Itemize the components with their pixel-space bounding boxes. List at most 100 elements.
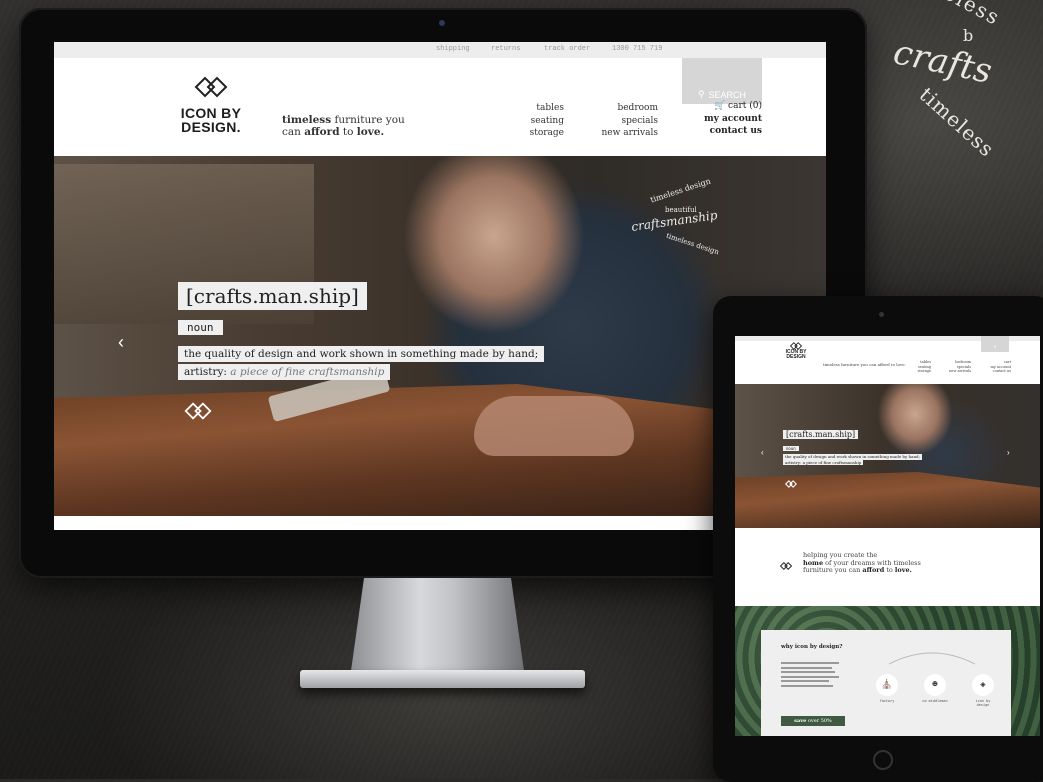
search-label: SEARCH [708, 90, 747, 100]
diamond-logo-icon [184, 402, 212, 420]
nav-storage[interactable]: storage [524, 127, 564, 140]
stamp-word: timeless [914, 82, 1000, 162]
feature-label: icon by design [975, 699, 991, 707]
tagline-word: to [339, 126, 357, 138]
value-icons: ⛪ factory ☻ no middleman ◈ icon by desig… [873, 674, 997, 707]
stamp-word: crafts [889, 32, 996, 92]
stamp-word: timeless [905, 0, 1005, 30]
header-tagline: timeless furniture you can afford to lov… [282, 114, 405, 138]
factory-icon: ⛪ [876, 674, 898, 696]
tagline-word: timeless [282, 114, 332, 126]
tablet-camera [879, 312, 884, 317]
monitor-stand [350, 578, 525, 678]
logo-wordmark[interactable]: ICON BY DESIGN. [172, 106, 250, 134]
craftsmanship-stamp: timeless design beautiful craftsmanship … [629, 176, 729, 272]
definition-example: a piece of fine craftsmanship [230, 366, 385, 378]
icon-by-design-feature: ◈ icon by design [969, 674, 997, 707]
my-account-label: my account [704, 113, 762, 124]
contact-us-label: contact us [709, 126, 762, 136]
contact-us-link[interactable]: contact us [694, 125, 762, 138]
hero-part-of-speech: noun [783, 446, 799, 451]
diamond-logo-icon [779, 562, 793, 570]
definition-line: artistry: a piece of fine craftsmanship [178, 364, 391, 380]
tagline-word: afford [304, 126, 340, 138]
cart-icon: 🛒 [713, 101, 726, 111]
carousel-prev-chevron-icon[interactable]: ‹ [118, 332, 124, 353]
save-label: save [794, 718, 807, 724]
carousel-next-chevron-icon[interactable]: › [1007, 448, 1010, 457]
tablet-device: ⚲ ICON BY DESIGN timeless furniture you … [713, 296, 1043, 782]
nav-tables[interactable]: tables [524, 102, 564, 115]
definition-line: the quality of design and work shown in … [178, 346, 545, 362]
intro-word: furniture you can [803, 566, 863, 574]
logo-diamond-icon[interactable] [194, 76, 228, 98]
hero-banner: ‹ › [crafts.man.ship] noun the quality o… [735, 384, 1040, 528]
hero-definition-title: [crafts.man.ship] [178, 282, 367, 310]
my-account-link[interactable]: my account [694, 113, 762, 126]
cart-count: (0) [749, 101, 762, 111]
hero-definition: the quality of design and work shown in … [783, 454, 983, 465]
nav-new-arrivals[interactable]: new arrivals [941, 369, 971, 374]
nav-storage[interactable]: storage [911, 369, 931, 374]
intro-word: afford [862, 566, 885, 574]
definition-line: artistry: a piece of fine craftsmanship [783, 459, 864, 465]
factory-feature: ⛪ factory [873, 674, 901, 707]
hero-photo-wood [735, 472, 1040, 528]
header-tagline: timeless furniture you can afford to lov… [823, 362, 906, 367]
hero-definition-title: [crafts.man.ship] [783, 430, 859, 439]
returns-link[interactable]: returns [491, 45, 520, 53]
save-amount: over 50% [806, 718, 832, 724]
person-icon: ☻ [924, 674, 946, 696]
hero-part-of-speech: noun [178, 320, 223, 335]
utility-bar: shipping returns track order 1300 715 71… [54, 42, 826, 58]
hero-photo-hand [474, 396, 634, 456]
hero-photo-wood [54, 384, 826, 522]
feature-label: factory [879, 699, 895, 703]
contact-us-link[interactable]: contact us [981, 369, 1011, 374]
logo-line: ICON BY [180, 105, 242, 121]
tagline-word: can [282, 126, 305, 138]
nav-specials[interactable]: specials [590, 115, 659, 128]
nav-bedroom[interactable]: bedroom [590, 102, 658, 115]
corner-brand-stamp: timeless b crafts timeless [889, 0, 1043, 210]
shipping-link[interactable]: shipping [436, 45, 470, 53]
nav-column-2: bedroom specials new arrivals [941, 360, 971, 374]
hero-divider [54, 516, 826, 522]
tagline-word: love. [356, 126, 385, 138]
nav-new-arrivals[interactable]: new arrivals [590, 127, 658, 140]
intro-text: helping you create the home of your drea… [803, 551, 921, 575]
intro-section: helping you create the home of your drea… [735, 528, 1040, 606]
tagline-word: furniture you [331, 114, 405, 126]
arc-decoration [888, 652, 976, 665]
logo-wordmark[interactable]: ICON BY DESIGN [783, 350, 809, 360]
cart-label: cart [728, 101, 747, 111]
logo-line: DESIGN. [181, 119, 241, 135]
hero-banner: ‹ [crafts.man.ship] noun the quality of … [54, 156, 826, 522]
stamp-text: timeless design [665, 231, 720, 257]
search-button[interactable]: ⚲ SEARCH [682, 58, 762, 104]
feature-label: no middleman [922, 699, 948, 703]
diamond-logo-icon: ◈ [972, 674, 994, 696]
cart-link[interactable]: 🛒 cart (0) [694, 100, 762, 113]
why-heading: why icon by design? [781, 644, 843, 650]
logo-line: DESIGN [786, 354, 806, 360]
save-badge[interactable]: save over 50% [781, 716, 845, 726]
no-middleman-feature: ☻ no middleman [921, 674, 949, 707]
nav-column-1: tables seating storage [911, 360, 931, 374]
intro-word: to [884, 566, 895, 574]
carousel-prev-chevron-icon[interactable]: ‹ [761, 448, 764, 457]
phone-number: 1300 715 719 [612, 45, 663, 53]
desktop-website: shipping returns track order 1300 715 71… [54, 42, 826, 530]
track-order-link[interactable]: track order [544, 45, 590, 53]
webcam [439, 20, 445, 26]
site-header: ⚲ SEARCH ICON BY DESIGN. timeless furnit… [54, 58, 826, 156]
account-links: cart my account contact us [981, 360, 1011, 374]
intro-word: love. [894, 566, 912, 574]
nav-column-1: tables seating storage [524, 102, 564, 140]
search-button[interactable]: ⚲ [981, 336, 1009, 352]
stamp-word: b [963, 26, 974, 45]
home-button[interactable] [873, 750, 893, 770]
search-icon: ⚲ [697, 89, 705, 99]
hero-definition: the quality of design and work shown in … [178, 346, 678, 382]
nav-seating[interactable]: seating [524, 115, 564, 128]
